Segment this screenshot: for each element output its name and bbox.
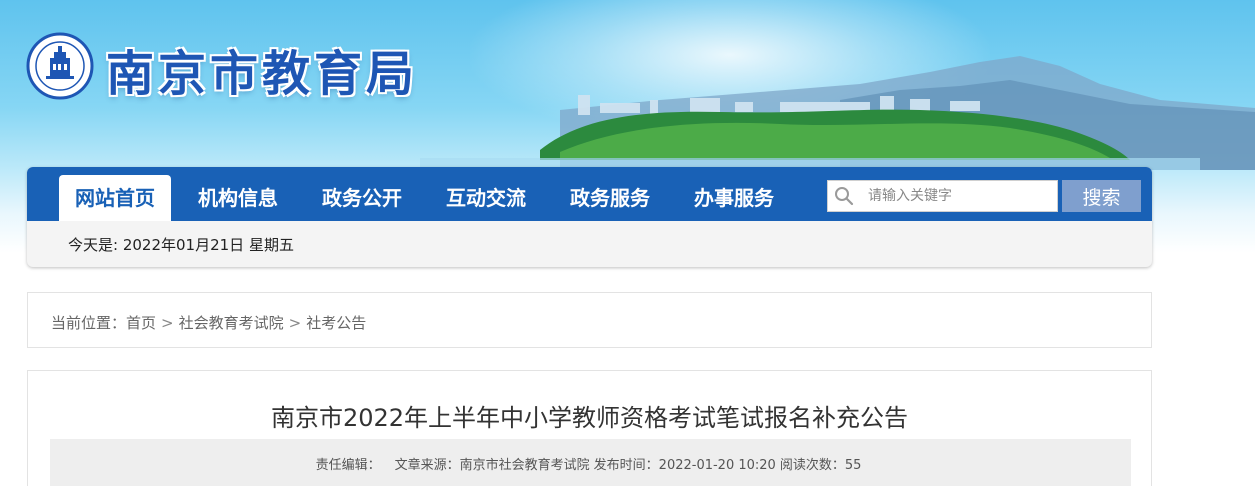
article-meta-bar: 责任编辑： 文章来源：南京市社会教育考试院 发布时间：2022-01-20 10:2… — [50, 439, 1131, 486]
search-icon — [835, 187, 854, 206]
nav-item-government-services[interactable]: 政务服务 — [555, 175, 665, 221]
search-input[interactable] — [868, 181, 1054, 211]
nav-panel: 网站首页 机构信息 政务公开 互动交流 政务服务 办事服务 搜索 今天是: 20… — [27, 167, 1152, 267]
nav-item-interaction[interactable]: 互动交流 — [431, 175, 541, 221]
meta-views-label: 阅读次数： — [779, 458, 845, 473]
nav-item-online-services[interactable]: 办事服务 — [679, 175, 789, 221]
meta-editor-label: 责任编辑： — [315, 458, 381, 473]
search-box — [827, 180, 1058, 212]
breadcrumb: 当前位置：首页 > 社会教育考试院 > 社考公告 — [51, 312, 366, 333]
nanjing-education-seal-icon — [26, 32, 94, 100]
current-date: 今天是: 2022年01月21日 星期五 — [68, 236, 294, 254]
article-title: 南京市2022年上半年中小学教师资格考试笔试报名补充公告 — [270, 404, 909, 432]
breadcrumb-link-exam-institute[interactable]: 社会教育考试院 — [179, 314, 284, 332]
breadcrumb-link-home[interactable]: 首页 — [126, 314, 156, 332]
search-button[interactable]: 搜索 — [1062, 180, 1141, 212]
breadcrumb-panel: 当前位置：首页 > 社会教育考试院 > 社考公告 — [27, 292, 1152, 348]
meta-published: 2022-01-20 10:20 — [658, 458, 776, 473]
nav-item-government-affairs[interactable]: 政务公开 — [307, 175, 417, 221]
breadcrumb-link-exam-notices[interactable]: 社考公告 — [306, 314, 366, 332]
article-meta: 责任编辑： 文章来源：南京市社会教育考试院 发布时间：2022-01-20 10:2… — [50, 454, 1131, 473]
meta-source-label: 文章来源： — [394, 458, 460, 473]
article-panel: 南京市2022年上半年中小学教师资格考试笔试报名补充公告 责任编辑： 文章来源：南… — [27, 370, 1152, 486]
breadcrumb-separator: > — [161, 314, 174, 332]
nav-item-home[interactable]: 网站首页 — [59, 175, 171, 221]
meta-source: 南京市社会教育考试院 — [459, 458, 590, 473]
site-title: 南京市教育局 — [106, 46, 419, 102]
meta-published-label: 发布时间： — [593, 458, 659, 473]
main-nav: 网站首页 机构信息 政务公开 互动交流 政务服务 办事服务 搜索 — [27, 167, 1152, 221]
nav-item-organization[interactable]: 机构信息 — [183, 175, 293, 221]
meta-views: 55 — [844, 458, 862, 473]
breadcrumb-separator: > — [288, 314, 302, 332]
breadcrumb-prefix: 当前位置： — [51, 314, 127, 332]
